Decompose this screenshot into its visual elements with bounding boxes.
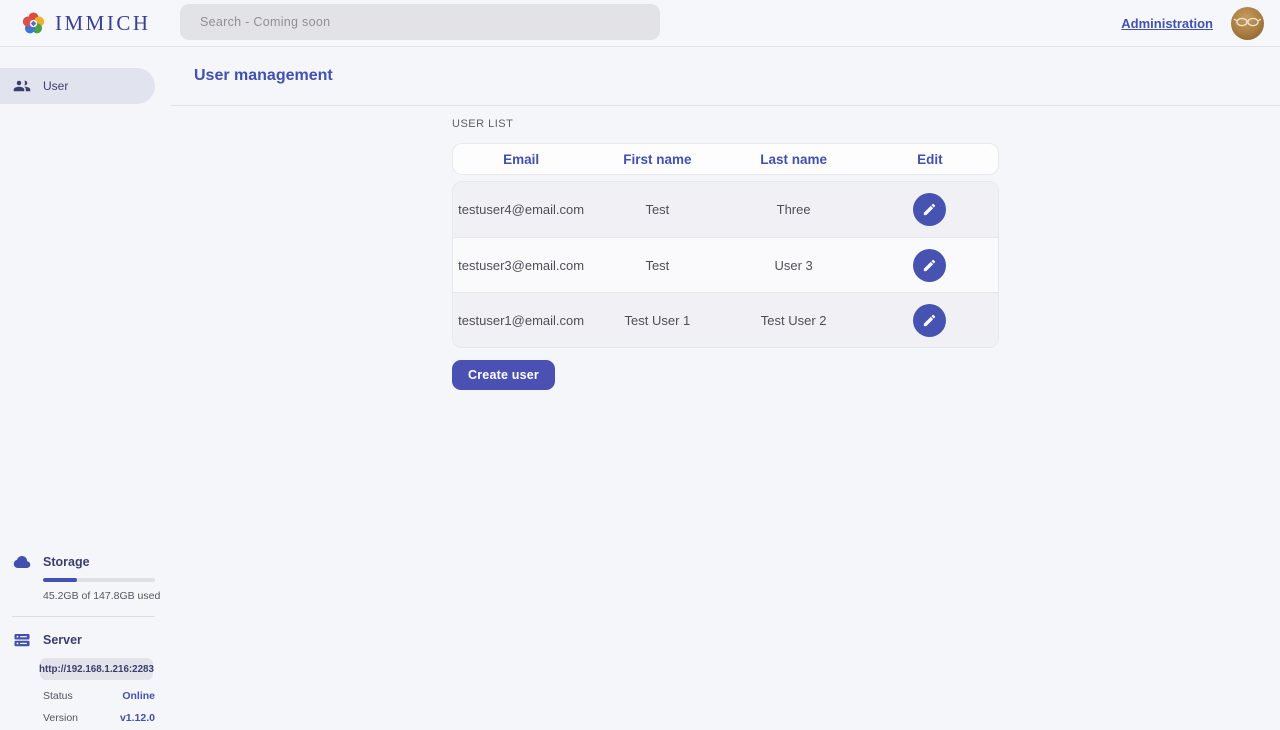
sidebar-footer: Storage 45.2GB of 147.8GB used — [0, 553, 170, 724]
user-list-section: USER LIST Email First name Last name Edi… — [170, 106, 1280, 390]
edit-user-button[interactable] — [913, 249, 946, 282]
server-version-row: Version v1.12.0 — [43, 712, 155, 724]
avatar-glasses-icon — [1231, 7, 1264, 40]
pencil-icon — [922, 258, 937, 273]
status-label: Status — [43, 690, 73, 702]
user-table: Email First name Last name Edit testuser… — [452, 143, 999, 348]
version-value: v1.12.0 — [120, 712, 155, 724]
cell-last-name: User 3 — [726, 258, 862, 273]
column-header-email: Email — [453, 152, 589, 167]
table-row: testuser3@email.com Test User 3 — [453, 237, 998, 292]
cell-first-name: Test User 1 — [589, 313, 725, 328]
sidebar-item-label: User — [43, 79, 68, 93]
avatar[interactable] — [1231, 7, 1264, 40]
cell-first-name: Test — [589, 202, 725, 217]
column-header-edit: Edit — [862, 152, 998, 167]
server-section: Server — [0, 631, 170, 649]
user-table-body: testuser4@email.com Test Three testuser3… — [452, 181, 999, 348]
search-input[interactable] — [180, 4, 660, 40]
server-title: Server — [43, 633, 82, 647]
app-title: IMMICH — [55, 11, 151, 36]
cell-last-name: Three — [726, 202, 862, 217]
create-user-button[interactable]: Create user — [452, 360, 555, 390]
status-value: Online — [122, 690, 155, 702]
pencil-icon — [922, 313, 937, 328]
page-title: User management — [194, 67, 333, 85]
cell-email: testuser4@email.com — [453, 202, 589, 217]
sidebar-divider — [12, 616, 155, 617]
storage-usage-text: 45.2GB of 147.8GB used — [43, 590, 170, 602]
storage-progress-bar — [43, 578, 155, 582]
cell-last-name: Test User 2 — [726, 313, 862, 328]
cell-first-name: Test — [589, 258, 725, 273]
storage-progress-fill — [43, 578, 77, 582]
column-header-last-name: Last name — [726, 152, 862, 167]
column-header-first-name: First name — [589, 152, 725, 167]
top-bar: IMMICH Administration — [0, 0, 1280, 47]
cell-email: testuser1@email.com — [453, 313, 589, 328]
pencil-icon — [922, 202, 937, 217]
table-row: testuser4@email.com Test Three — [453, 182, 998, 237]
immich-flower-icon — [20, 10, 47, 37]
sidebar: User Storage 45.2GB of 147.8GB used — [0, 47, 170, 730]
page-header: User management — [170, 47, 1280, 106]
cell-email: testuser3@email.com — [453, 258, 589, 273]
server-url-badge: http://192.168.1.216:2283 — [40, 658, 153, 680]
edit-user-button[interactable] — [913, 193, 946, 226]
storage-section: Storage — [0, 553, 170, 571]
user-table-header: Email First name Last name Edit — [452, 143, 999, 175]
administration-link[interactable]: Administration — [1121, 16, 1213, 31]
version-label: Version — [43, 712, 78, 724]
section-label: USER LIST — [452, 118, 1280, 130]
main-panel: User management USER LIST Email First na… — [170, 47, 1280, 730]
server-icon — [13, 631, 31, 649]
app-logo[interactable]: IMMICH — [20, 10, 151, 37]
users-icon — [13, 77, 31, 95]
storage-title: Storage — [43, 555, 90, 569]
sidebar-item-users[interactable]: User — [0, 68, 155, 104]
server-status-row: Status Online — [43, 690, 155, 702]
cloud-icon — [13, 553, 31, 571]
edit-user-button[interactable] — [913, 304, 946, 337]
table-row: testuser1@email.com Test User 1 Test Use… — [453, 292, 998, 347]
immich-app: IMMICH Administration U — [0, 0, 1280, 730]
